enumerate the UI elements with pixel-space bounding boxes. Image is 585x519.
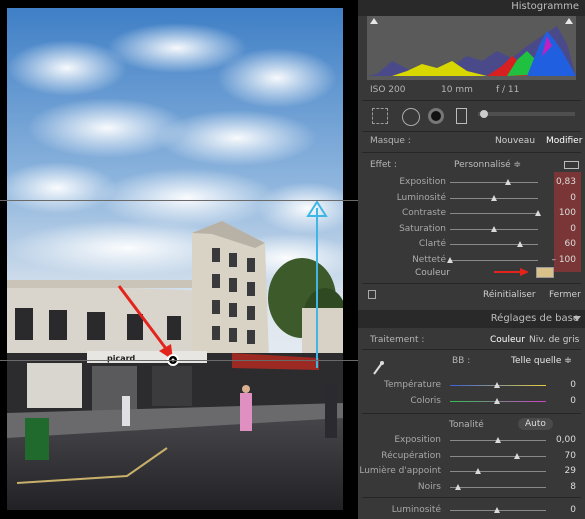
photo-canvas[interactable]: picard xyxy=(0,0,358,519)
gradient-filter-icon[interactable] xyxy=(456,108,467,124)
effect-slider-0-label: Exposition xyxy=(399,177,446,187)
effect-slider-1-value[interactable]: 0 xyxy=(548,193,576,203)
brightness-label: Luminosité xyxy=(391,505,441,515)
wb-select[interactable]: Telle quelle ≑ xyxy=(511,356,572,366)
histogram-graph xyxy=(367,16,576,80)
effect-slider-4-label: Clarté xyxy=(418,239,446,249)
auto-tone-button[interactable]: Auto xyxy=(518,418,553,430)
mask-edit-button[interactable]: Modifier xyxy=(546,136,582,146)
tone-slider-0-label: Exposition xyxy=(394,435,441,445)
tone-slider-2-label: Lumière d'appoint xyxy=(359,466,441,476)
gradient-guide-top[interactable] xyxy=(0,200,358,201)
iso-readout: ISO 200 xyxy=(370,85,406,95)
effect-color-swatch[interactable] xyxy=(536,267,554,278)
effect-slider-4-track[interactable] xyxy=(450,244,538,245)
brush-icon[interactable] xyxy=(480,110,488,118)
tone-label: Tonalité xyxy=(449,420,484,430)
eyedropper-icon[interactable] xyxy=(372,360,384,376)
effect-slider-5-value[interactable]: – 100 xyxy=(548,255,576,265)
effect-slider-4-value[interactable]: 60 xyxy=(548,239,576,249)
effect-label: Effet : xyxy=(370,160,397,170)
treatment-bw-button[interactable]: Niv. de gris xyxy=(529,335,579,345)
effect-slider-5-knob[interactable] xyxy=(447,256,453,263)
effect-slider-5-label: Netteté xyxy=(412,254,446,265)
mask-label: Masque : xyxy=(370,136,411,146)
spot-removal-icon[interactable] xyxy=(402,108,420,126)
treatment-label: Traitement : xyxy=(370,335,425,345)
tint-knob[interactable] xyxy=(494,398,500,404)
tone-slider-1-label: Récupération xyxy=(381,450,441,461)
effect-slider-2-knob[interactable] xyxy=(535,210,541,216)
effect-slider-0-knob[interactable] xyxy=(505,179,512,185)
effect-slider-2-track[interactable] xyxy=(450,213,538,214)
gradient-guide-bottom[interactable] xyxy=(0,360,358,361)
histogram-header[interactable]: Histogramme xyxy=(358,0,585,16)
tone-slider-1-knob[interactable] xyxy=(514,452,521,459)
collapse-icon[interactable] xyxy=(573,316,581,321)
red-arrow-indicator xyxy=(494,271,522,273)
effect-slider-2-value[interactable]: 100 xyxy=(548,208,576,218)
panel-switch-icon[interactable] xyxy=(368,290,376,299)
effect-slider-3-value[interactable]: 0 xyxy=(548,224,576,234)
effect-slider-0-value[interactable]: 0,83 xyxy=(548,177,576,187)
effect-slider-2-label: Contraste xyxy=(402,208,446,218)
tone-slider-3-value[interactable]: 8 xyxy=(548,482,576,492)
red-arrow-head xyxy=(520,268,529,276)
reset-button[interactable]: Réinitialiser xyxy=(483,290,536,300)
mask-new-button[interactable]: Nouveau xyxy=(495,136,535,146)
effect-slider-4-knob[interactable] xyxy=(517,241,524,247)
effect-slider-1-label: Luminosité xyxy=(396,192,446,203)
photo-preview[interactable]: picard xyxy=(7,8,343,510)
tone-slider-3-knob[interactable] xyxy=(454,483,461,490)
effect-color-label: Couleur xyxy=(415,268,450,278)
tone-slider-1-track[interactable] xyxy=(450,455,546,457)
effect-slider-0-track[interactable] xyxy=(450,182,538,183)
tone-slider-3-label: Noirs xyxy=(417,481,441,492)
focal-readout: 10 mm xyxy=(441,85,473,95)
tone-slider-0-value[interactable]: 0,00 xyxy=(548,435,576,445)
brush-size-strip xyxy=(478,112,575,116)
tone-slider-3-track[interactable] xyxy=(450,486,546,488)
effect-slider-3-knob[interactable] xyxy=(491,225,497,232)
brightness-value[interactable]: 0 xyxy=(548,505,576,515)
wb-label: BB : xyxy=(452,356,471,366)
tone-slider-2-knob[interactable] xyxy=(474,468,481,474)
effect-slider-1-knob[interactable] xyxy=(491,194,497,201)
basic-settings-title: Réglages de base xyxy=(490,313,579,324)
temperature-knob[interactable] xyxy=(494,382,500,388)
red-eye-icon[interactable] xyxy=(428,108,444,124)
close-button[interactable]: Fermer xyxy=(549,290,581,300)
temperature-value[interactable]: 0 xyxy=(548,380,576,390)
svg-text:picard: picard xyxy=(107,354,136,363)
brightness-knob[interactable] xyxy=(494,507,500,513)
tone-slider-2-track[interactable] xyxy=(450,471,546,472)
tint-value[interactable]: 0 xyxy=(548,396,576,406)
temperature-label: Température xyxy=(383,380,441,390)
effect-slider-3-label: Saturation xyxy=(399,223,446,234)
tone-slider-1-value[interactable]: 70 xyxy=(548,451,576,461)
tint-label: Coloris xyxy=(410,396,441,406)
effect-slider-5-track[interactable] xyxy=(450,259,538,261)
effect-toggle-icon[interactable] xyxy=(564,161,579,169)
treatment-color-button[interactable]: Couleur xyxy=(490,335,525,345)
basic-settings-header[interactable]: Réglages de base xyxy=(358,310,585,328)
crop-tool-icon[interactable] xyxy=(372,108,388,124)
tone-slider-2-value[interactable]: 29 xyxy=(548,466,576,476)
effect-preset-select[interactable]: Personnalisé ≑ xyxy=(454,160,521,170)
right-panel: Histogramme ISO 200 10 mm f / 11 Masque … xyxy=(358,0,585,519)
tone-slider-0-knob[interactable] xyxy=(495,437,501,443)
histogram-title: Histogramme xyxy=(511,1,579,12)
aperture-readout: f / 11 xyxy=(496,85,520,95)
